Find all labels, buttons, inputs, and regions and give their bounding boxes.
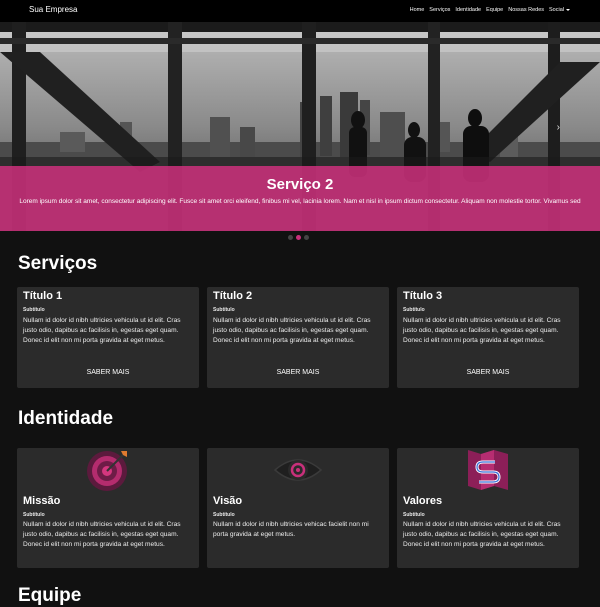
identity-card-visao: Visão Subtítulo Nullam id dolor id nibh …: [207, 448, 389, 568]
nav-link-social: Social: [549, 7, 564, 13]
nav-link-equipe[interactable]: Equipe: [486, 7, 503, 13]
caret-down-icon: [566, 8, 570, 11]
navbar: Sua Empresa Home Serviços Identidade Equ…: [0, 0, 600, 22]
service-card-2: Título 2 Subtítulo Nullam id dolor id ni…: [207, 287, 389, 388]
carousel-title: Serviço 2: [266, 176, 334, 193]
card-title: Título 3: [403, 290, 443, 302]
saber-mais-button[interactable]: SABER MAIS: [207, 369, 389, 376]
section-title-identidade: Identidade: [18, 408, 114, 429]
card-subtitle: Subtítulo: [213, 307, 235, 313]
service-card-3: Título 3 Subtítulo Nullam id dolor id ni…: [397, 287, 579, 388]
saber-mais-button[interactable]: SABER MAIS: [17, 369, 199, 376]
service-card-1: Título 1 Subtítulo Nullam id dolor id ni…: [17, 287, 199, 388]
section-title-servicos: Serviços: [18, 253, 98, 274]
card-text: Nullam id dolor id nibh ultricies vehica…: [213, 521, 369, 539]
card-text: Nullam id dolor id nibh ultricies vehicu…: [213, 317, 371, 345]
card-subtitle: Subtítulo: [403, 307, 425, 313]
card-subtitle: Subtítulo: [23, 512, 45, 518]
brand-logo[interactable]: Sua Empresa: [29, 5, 77, 14]
identity-card-missao: Missão Subtítulo Nullam id dolor id nibh…: [17, 448, 199, 568]
map-route-icon: [468, 450, 508, 490]
nav-link-identidade[interactable]: Identidade: [455, 7, 481, 13]
carousel-indicator-1[interactable]: [288, 235, 293, 240]
card-text: Nullam id dolor id nibh ultricies vehicu…: [403, 317, 561, 345]
chevron-right-icon[interactable]: ›: [557, 122, 560, 133]
section-title-equipe: Equipe: [18, 585, 82, 606]
card-subtitle: Subtítulo: [23, 307, 45, 313]
card-title: Título 2: [213, 290, 253, 302]
nav-link-nossas-redes[interactable]: Nossas Redes: [508, 7, 544, 13]
nav-links: Home Serviços Identidade Equipe Nossas R…: [410, 7, 570, 13]
card-text: Nullam id dolor id nibh ultricies vehicu…: [403, 521, 561, 549]
nav-link-home[interactable]: Home: [410, 7, 425, 13]
card-title: Título 1: [23, 290, 63, 302]
card-title: Missão: [23, 495, 61, 507]
carousel-indicators: [288, 235, 309, 240]
card-title: Visão: [213, 495, 243, 507]
card-text: Nullam id dolor id nibh ultricies vehicu…: [23, 317, 181, 345]
carousel-caption: Serviço 2 Lorem ipsum dolor sit amet, co…: [0, 166, 600, 231]
eye-icon: [273, 459, 323, 481]
card-title: Valores: [403, 495, 443, 507]
carousel-indicator-2[interactable]: [296, 235, 301, 240]
target-icon: [87, 451, 127, 491]
carousel-indicator-3[interactable]: [304, 235, 309, 240]
card-subtitle: Subtítulo: [213, 512, 235, 518]
nav-dropdown-social[interactable]: Social: [549, 7, 570, 13]
saber-mais-button[interactable]: SABER MAIS: [397, 369, 579, 376]
nav-link-servicos[interactable]: Serviços: [429, 7, 450, 13]
card-subtitle: Subtítulo: [403, 512, 425, 518]
hero-carousel: › Serviço 2 Lorem ipsum dolor sit amet, …: [0, 22, 600, 231]
carousel-text: Lorem ipsum dolor sit amet, consectetur …: [19, 198, 581, 205]
identity-card-valores: Valores Subtítulo Nullam id dolor id nib…: [397, 448, 579, 568]
card-text: Nullam id dolor id nibh ultricies vehicu…: [23, 521, 181, 549]
